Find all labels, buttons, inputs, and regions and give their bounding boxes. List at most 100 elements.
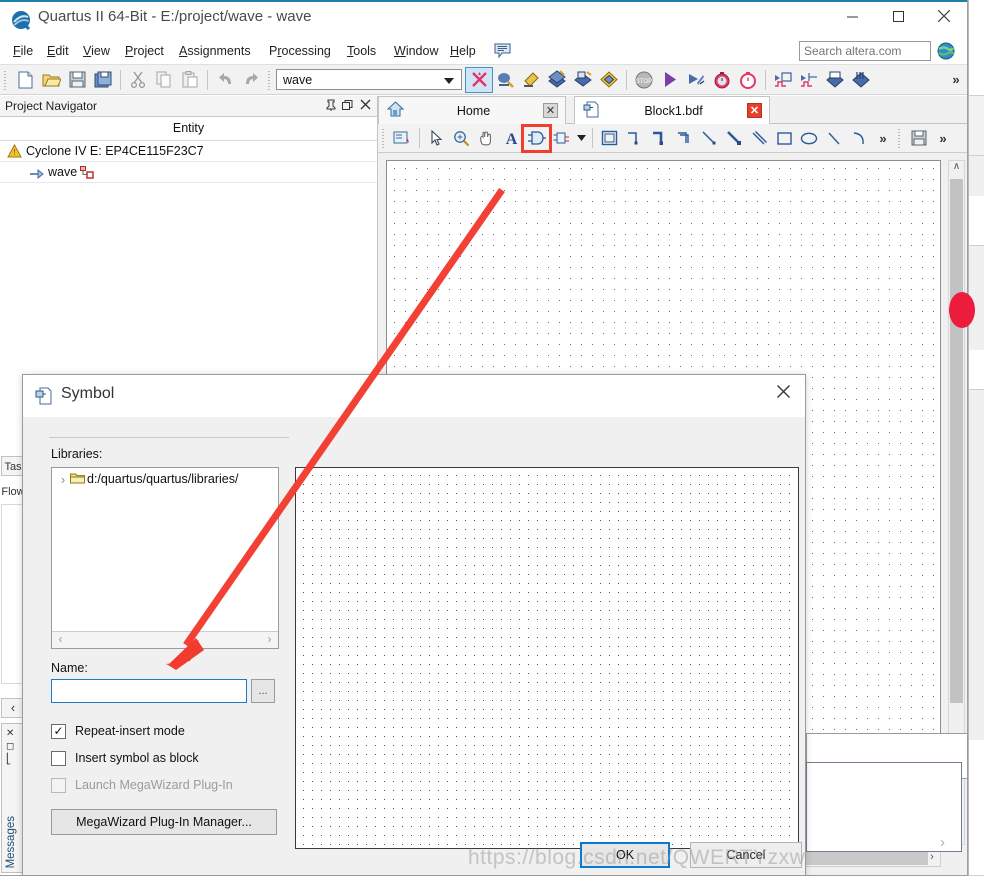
stop-icon[interactable]: STOP (631, 68, 657, 92)
toolbar-grip[interactable] (3, 69, 10, 90)
stop-compile-icon[interactable] (465, 66, 493, 93)
line-icon[interactable] (822, 127, 847, 150)
menu-help[interactable]: Help (443, 42, 483, 60)
block-tool-icon[interactable] (549, 127, 574, 150)
lib-scroll-left-button[interactable]: ‹ (52, 632, 69, 648)
paste-icon[interactable] (177, 68, 203, 92)
menu-processing[interactable]: Processing (262, 42, 338, 60)
menu-file[interactable]: File (6, 42, 40, 60)
cancel-button[interactable]: Cancel (690, 842, 802, 868)
toolbar-grip-2[interactable] (267, 69, 274, 90)
tab-home[interactable]: Home ✕ (378, 96, 566, 124)
start-analysis-icon[interactable] (683, 68, 709, 92)
orthogonal-conduit-line-icon[interactable] (672, 127, 697, 150)
symbol-preview-canvas[interactable] (295, 467, 799, 849)
redo-icon[interactable] (238, 68, 264, 92)
comment-balloon-icon[interactable] (494, 43, 512, 59)
name-input[interactable] (51, 679, 247, 703)
menu-assignments[interactable]: Assignments (172, 42, 258, 60)
checkbox-repeat-insert-mode[interactable]: ✓ Repeat-insert mode (51, 721, 185, 741)
save-icon[interactable] (64, 68, 90, 92)
timequest-icon[interactable] (709, 68, 735, 92)
close-icon[interactable] (358, 99, 372, 113)
programmer-icon[interactable] (596, 68, 622, 92)
checkbox-insert-symbol-as-block[interactable]: Insert symbol as block (51, 748, 199, 768)
libraries-list[interactable]: › d:/quartus/quartus/libraries/ ‹ › (51, 467, 279, 649)
cut-icon[interactable] (125, 68, 151, 92)
new-symbol-icon[interactable] (390, 127, 415, 150)
zoom-tool-icon[interactable] (449, 127, 474, 150)
checkbox-repeat-insert-mode-box[interactable]: ✓ (51, 723, 66, 739)
download-2-icon[interactable] (848, 68, 874, 92)
dropdown-arrow-icon[interactable] (574, 127, 588, 150)
tab-block1-close-icon[interactable]: ✕ (747, 103, 762, 118)
restore-icon[interactable] (341, 99, 355, 113)
tree-row-entity[interactable]: wave (0, 162, 377, 183)
menu-tools[interactable]: Tools (340, 42, 383, 60)
scroll-up-button[interactable]: ∧ (949, 161, 964, 177)
download-icon[interactable] (822, 68, 848, 92)
messages-panel-buttons[interactable]: ✕ ◻ ⎣ (6, 727, 14, 766)
tree-row-device[interactable]: ! Cyclone IV E: EP4CE115F23C7 (0, 141, 377, 162)
oval-icon[interactable] (797, 127, 822, 150)
orthogonal-bus-line-icon[interactable] (647, 127, 672, 150)
orthogonal-node-line-icon[interactable] (622, 127, 647, 150)
arc-icon[interactable] (847, 127, 872, 150)
bdf-toolbar-grip[interactable] (381, 128, 388, 148)
copy-icon[interactable] (151, 68, 177, 92)
ok-button[interactable]: OK (580, 842, 670, 868)
menu-view[interactable]: View (76, 42, 117, 60)
bdf-toolbar-overflow[interactable]: » (872, 131, 894, 146)
diagonal-conduit-line-icon[interactable] (747, 127, 772, 150)
undo-icon[interactable] (212, 68, 238, 92)
bdf-save-overflow[interactable]: » (931, 131, 955, 146)
symbol-dialog-close-button[interactable] (761, 375, 805, 407)
lib-scroll-right-button[interactable]: › (261, 632, 278, 648)
project-combo[interactable]: wave (276, 69, 462, 90)
hand-tool-icon[interactable] (474, 127, 499, 150)
tab-home-close-icon[interactable]: ✕ (543, 103, 558, 118)
rectangle-select-icon[interactable] (597, 127, 622, 150)
timequest-2-icon[interactable] (735, 68, 761, 92)
scroll-right-button[interactable]: › (924, 851, 940, 866)
diagonal-bus-line-icon[interactable] (722, 127, 747, 150)
new-file-icon[interactable] (12, 68, 38, 92)
open-folder-icon[interactable] (38, 68, 64, 92)
toolbar-overflow-button[interactable]: » (945, 72, 967, 87)
messages-pin-icon[interactable]: ⎣ (6, 753, 14, 766)
analysis-synthesis-icon[interactable] (492, 68, 518, 92)
menu-project[interactable]: Project (118, 42, 171, 60)
menu-edit[interactable]: Edit (40, 42, 76, 60)
minimize-button[interactable] (829, 0, 875, 32)
library-list-item[interactable]: › d:/quartus/quartus/libraries/ (52, 468, 278, 490)
vertical-scroll-thumb[interactable] (950, 179, 963, 703)
maximize-button[interactable] (875, 0, 921, 32)
bdf-toolbar-grip-2[interactable] (897, 128, 904, 148)
search-input[interactable] (799, 41, 931, 61)
messages-panel-vertical[interactable]: ✕ ◻ ⎣ Messages (1, 723, 23, 873)
start-compilation-icon[interactable] (657, 68, 683, 92)
bdf-save-icon[interactable] (906, 127, 931, 150)
select-tool-icon[interactable] (424, 127, 449, 150)
waveform-in-icon[interactable] (770, 68, 796, 92)
rectangle-icon[interactable] (772, 127, 797, 150)
fitter-icon[interactable] (518, 68, 544, 92)
save-all-icon[interactable] (90, 68, 116, 92)
chevron-down-icon[interactable] (444, 78, 454, 84)
close-button[interactable] (921, 0, 967, 32)
chevron-right-icon[interactable]: › (56, 472, 70, 487)
tab-block1-bdf[interactable]: Block1.bdf ✕ (574, 96, 770, 124)
messages-float-icon[interactable]: ◻ (6, 740, 14, 753)
megawizard-plugin-manager-button[interactable]: MegaWizard Plug-In Manager... (51, 809, 277, 835)
peek-panel-scroll-arrow[interactable]: › (940, 834, 945, 851)
name-browse-button[interactable]: ... (251, 679, 275, 703)
text-tool-icon[interactable]: A (499, 127, 524, 150)
waveform-out-icon[interactable] (796, 68, 822, 92)
libraries-horizontal-scrollbar[interactable]: ‹ › (52, 631, 278, 648)
checkbox-insert-symbol-as-block-box[interactable] (51, 750, 66, 766)
menu-window[interactable]: Window (387, 42, 445, 60)
assembler-icon[interactable] (544, 68, 570, 92)
diagonal-node-line-icon[interactable] (697, 127, 722, 150)
symbol-tool-icon[interactable] (521, 123, 552, 153)
timing-analyzer-icon[interactable] (570, 68, 596, 92)
